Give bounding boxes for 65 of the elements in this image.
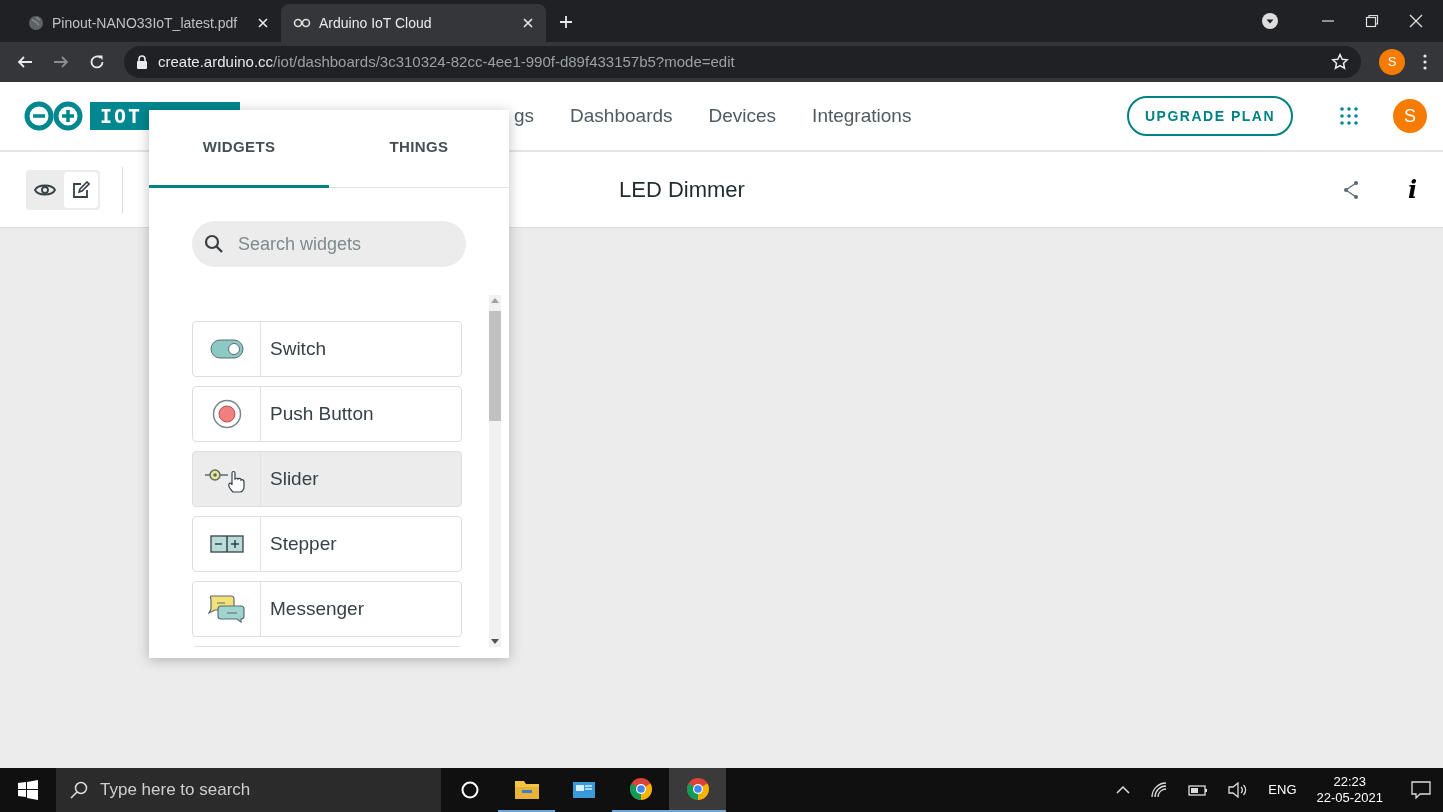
widget-card[interactable]: Switch (192, 321, 462, 377)
url-text: create.arduino.cc/iot/dashboards/3c310324-82cc-4ee1-990f-d89f433157b5?mode=edit (158, 51, 735, 72)
search-icon (70, 781, 88, 799)
chrome-icon[interactable] (669, 768, 726, 812)
upgrade-plan-button[interactable]: UPGRADE PLAN (1127, 96, 1293, 136)
toggle-icon (209, 339, 244, 359)
taskbar-search-placeholder: Type here to search (100, 779, 251, 802)
close-icon[interactable] (257, 17, 269, 29)
share-icon[interactable] (1341, 179, 1360, 200)
search-field[interactable]: Search widgets (192, 221, 466, 267)
pencil-icon (72, 180, 90, 199)
clock-time[interactable]: 22:23 (1333, 773, 1366, 790)
address-bar[interactable]: create.arduino.cc/iot/dashboards/3c310324-82cc-4ee1-990f-d89f433157b5?mode=edit (124, 46, 1361, 78)
widget-label: Messenger (270, 596, 364, 621)
more-icon[interactable] (1423, 54, 1427, 70)
scroll-down-icon[interactable] (491, 639, 499, 645)
browser-tab[interactable]: Pinout-NANO33IoT_latest.pdf (16, 4, 281, 42)
nav-link[interactable]: gs (514, 101, 535, 131)
clock-date[interactable]: 22-05-2021 (1316, 790, 1383, 807)
panel-tab[interactable]: THINGS (329, 110, 509, 188)
dashboard-title: LED Dimmer (619, 176, 745, 204)
reload-icon[interactable] (88, 53, 106, 71)
info-button[interactable]: i (1407, 171, 1417, 208)
close-icon[interactable] (522, 17, 534, 29)
notifications-icon[interactable] (1411, 781, 1431, 799)
apps-grid-icon[interactable] (1339, 106, 1359, 126)
widget-card[interactable]: Slider (192, 451, 462, 507)
taskbar-search-field[interactable]: Type here to search (56, 768, 441, 812)
nav-link[interactable]: Dashboards (570, 101, 673, 131)
tab-search-icon[interactable] (1261, 12, 1279, 30)
widget-label: Push Button (270, 401, 374, 426)
search-icon (204, 234, 224, 254)
eye-icon (34, 182, 56, 197)
nav-link[interactable]: Devices (708, 101, 777, 131)
volume-icon[interactable] (1228, 782, 1249, 798)
battery-icon[interactable] (1188, 783, 1209, 797)
browser-tab[interactable]: Arduino IoT Cloud (281, 4, 546, 42)
new-tab-icon[interactable] (558, 14, 574, 30)
scrollbar[interactable] (489, 295, 501, 647)
widget-label: Switch (270, 336, 326, 361)
close-window-icon[interactable] (1409, 14, 1423, 28)
stepper-icon (209, 535, 244, 553)
widget-card[interactable]: Push Button (192, 386, 462, 442)
infinity-icon (293, 18, 311, 28)
tab-title: Pinout-NANO33IoT_latest.pdf (52, 13, 239, 33)
chat-bubbles-icon (206, 594, 247, 624)
arduino-logo-icon (24, 101, 84, 131)
windows-start-icon[interactable] (18, 780, 38, 800)
edit-mode-button[interactable] (64, 171, 98, 208)
restore-icon[interactable] (1365, 14, 1379, 28)
widget-label: Slider (270, 466, 319, 491)
wifi-icon[interactable] (1150, 781, 1169, 799)
tab-title: Arduino IoT Cloud (319, 13, 433, 33)
language-indicator[interactable]: ENG (1268, 780, 1297, 800)
nav-link[interactable]: Integrations (812, 101, 912, 131)
show-hidden-icon[interactable] (1116, 785, 1131, 795)
scrollbar-thumb[interactable] (489, 311, 501, 421)
star-icon[interactable] (1331, 53, 1349, 71)
panel-tab[interactable]: WIDGETS (149, 110, 329, 188)
widget-card[interactable]: Messenger (192, 581, 462, 637)
lock-icon (136, 55, 148, 69)
widget-card[interactable]: Stepper (192, 516, 462, 572)
widget-label: Stepper (270, 531, 337, 556)
record-button-icon (211, 399, 242, 429)
globe-icon (28, 15, 44, 31)
